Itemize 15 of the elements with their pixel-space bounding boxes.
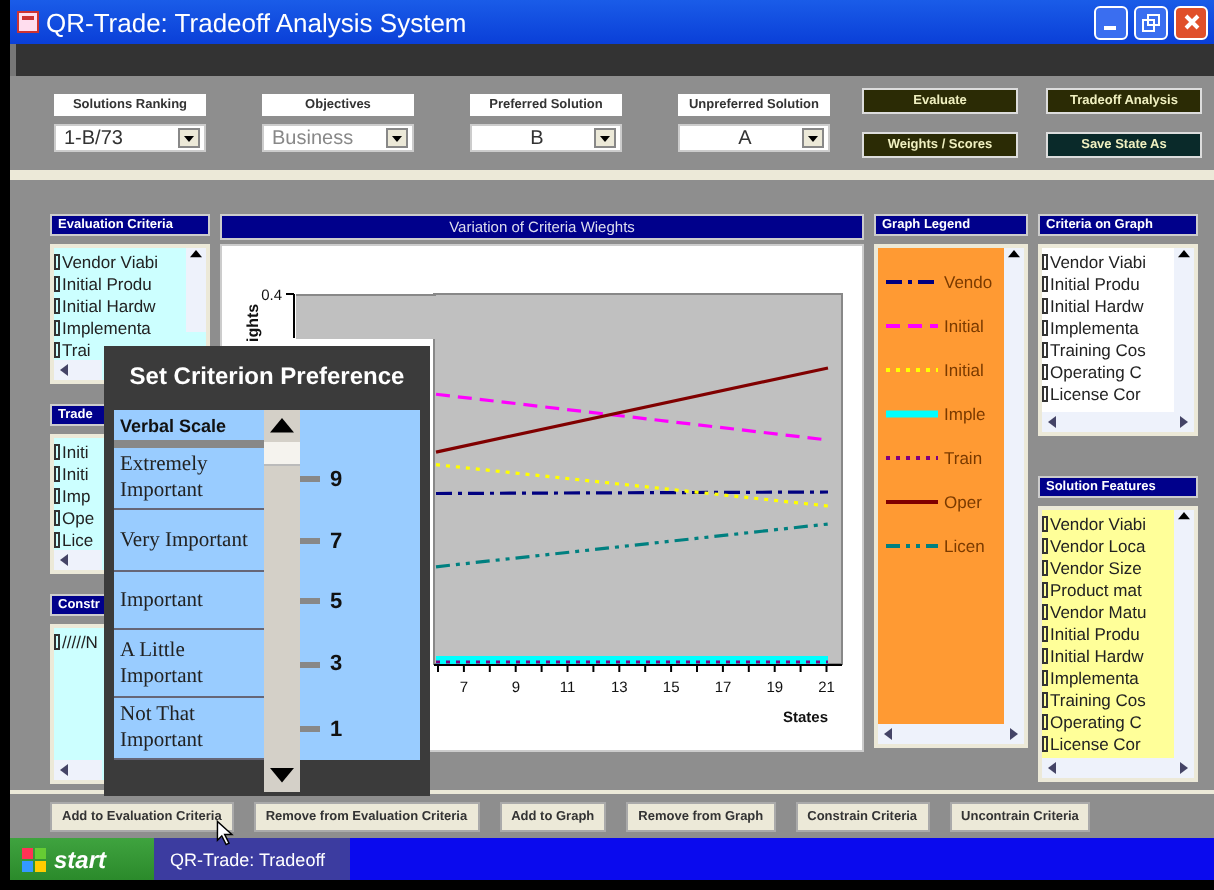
scale-value: 9: [330, 467, 343, 491]
scale-value: 7: [330, 529, 343, 553]
window-title: QR-Trade: Tradeoff Analysis System: [46, 7, 469, 37]
legend-label: Imple: [944, 404, 986, 424]
legend-label: Initial: [944, 360, 984, 380]
scale-value: 1: [330, 717, 343, 741]
legend-label: Train: [944, 448, 983, 468]
legend-label: Oper: [944, 492, 982, 512]
dialog-title: Set Criterion Preference: [127, 360, 407, 394]
scale-value: 5: [330, 589, 343, 613]
axis-label: ights: [244, 303, 262, 342]
legend-label: Licen: [944, 536, 985, 556]
legend-label: Initial: [944, 316, 984, 336]
legend-label: Vendo: [944, 272, 993, 292]
scale-value: 3: [330, 652, 343, 676]
